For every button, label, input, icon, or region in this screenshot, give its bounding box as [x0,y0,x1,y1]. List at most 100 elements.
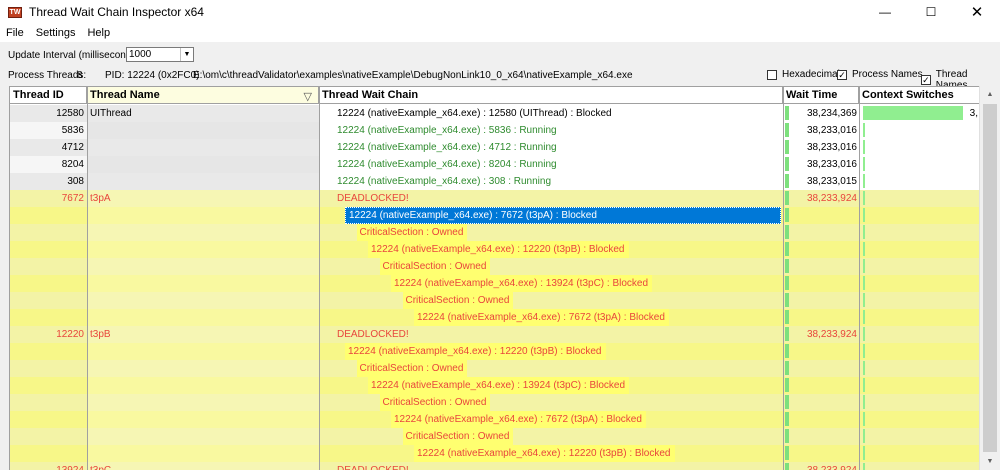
context-switches-bar [863,242,865,256]
menu-file[interactable]: File [0,27,30,39]
menu-help[interactable]: Help [81,27,116,39]
wait-chain-cell: DEADLOCKED! [319,190,783,207]
wait-chain-text: 12224 (nativeExample_x64.exe) : 5836 : R… [337,125,557,136]
wait-chain-text: 12224 (nativeExample_x64.exe) : 12220 (t… [414,445,675,462]
hexadecimal-checkbox[interactable]: Hexadecimal [767,69,840,80]
context-switches-bar [863,157,865,171]
update-interval-select[interactable]: 1000 ▼ [126,47,194,62]
vertical-scrollbar[interactable]: ▲ ▼ [979,86,1000,470]
chevron-down-icon[interactable]: ▼ [180,48,193,61]
scroll-thumb[interactable] [983,104,997,452]
thread-grid[interactable]: Thread ID Thread Name ▽ Thread Wait Chai… [9,86,1000,470]
table-row[interactable]: CriticalSection : Owned [10,360,980,377]
checkbox-icon[interactable] [767,69,777,80]
wait-time-bar [785,446,789,460]
thread-id-cell [10,224,87,241]
context-switches-bar [863,344,865,358]
context-switches-cell [859,122,980,139]
context-switches-cell [859,207,980,224]
wait-chain-cell: 12224 (nativeExample_x64.exe) : 13924 (t… [319,275,783,292]
context-switches-bar [863,327,865,341]
wait-time-cell: 38,233,924 [783,190,859,207]
scroll-down-icon[interactable]: ▼ [980,453,1000,470]
table-row[interactable]: 12580 UIThread 12224 (nativeExample_x64.ex… [10,105,980,122]
minimize-icon[interactable]: — [862,0,908,24]
menu-settings[interactable]: Settings [30,27,82,39]
wait-time-bar [785,310,789,324]
column-separator [859,87,860,470]
wait-chain-text: DEADLOCKED! [337,329,409,340]
wait-time-bar [785,106,789,120]
wait-chain-text: 12224 (nativeExample_x64.exe) : 308 : Ru… [337,176,552,187]
context-switches-cell [859,292,980,309]
context-switches-bar [863,140,865,154]
table-row[interactable]: 5836 12224 (nativeExample_x64.exe) : 5836… [10,122,980,139]
wait-time-cell [783,377,859,394]
wait-time-cell [783,445,859,462]
table-row[interactable]: 12224 (nativeExample_x64.exe) : 7672 (t3… [10,309,980,326]
checkmark-icon[interactable]: ✓ [837,69,847,80]
checkmark-icon[interactable]: ✓ [921,75,931,85]
table-row[interactable]: CriticalSection : Owned [10,258,980,275]
table-row[interactable]: 4712 12224 (nativeExample_x64.exe) : 4712… [10,139,980,156]
table-row[interactable]: CriticalSection : Owned [10,292,980,309]
column-header-thread-name[interactable]: Thread Name ▽ [87,87,319,104]
table-row[interactable]: 12224 (nativeExample_x64.exe) : 7672 (t3… [10,207,980,224]
context-switches-bar [863,446,865,460]
thread-id-cell: 7672 [10,190,87,207]
table-row[interactable]: 7672 t3pA DEADLOCKED! 38,233,924 [10,190,980,207]
wait-time-cell: 38,234,369 [783,105,859,122]
context-switches-bar [863,310,865,324]
thread-name-cell [87,428,319,445]
maximize-icon[interactable]: ☐ [908,0,954,24]
table-row[interactable]: 12224 (nativeExample_x64.exe) : 12220 (t… [10,445,980,462]
wait-time-bar [785,225,789,239]
wait-chain-text: 12224 (nativeExample_x64.exe) : 7672 (t3… [414,309,669,326]
thread-id-cell: 12220 [10,326,87,343]
wait-time-cell [783,360,859,377]
table-row[interactable]: 12224 (nativeExample_x64.exe) : 12220 (t… [10,343,980,360]
table-row[interactable]: 12224 (nativeExample_x64.exe) : 13924 (t… [10,377,980,394]
context-switches-bar [863,259,865,273]
table-row[interactable]: CriticalSection : Owned [10,394,980,411]
wait-chain-text: CriticalSection : Owned [402,292,514,309]
thread-name-cell [87,241,319,258]
table-row[interactable]: 13924t3pC DEADLOCKED! 38,233,924 [10,462,980,470]
update-interval-value: 1000 [129,49,152,60]
context-switches-bar [863,174,865,188]
thread-id-cell: 8204 [10,156,87,173]
table-row[interactable]: CriticalSection : Owned [10,224,980,241]
scroll-up-icon[interactable]: ▲ [980,86,1000,103]
thread-name-cell [87,258,319,275]
table-row[interactable]: 12220 t3pB DEADLOCKED! 38,233,924 [10,326,980,343]
wait-chain-text: CriticalSection : Owned [356,360,468,377]
thread-id-cell: 12580 [10,105,87,122]
context-switches-cell [859,377,980,394]
window-title: Thread Wait Chain Inspector x64 [29,5,204,19]
close-icon[interactable]: ✕ [954,0,1000,24]
table-row[interactable]: CriticalSection : Owned [10,428,980,445]
wait-time-bar [785,327,789,341]
context-switches-cell [859,411,980,428]
table-row[interactable]: 12224 (nativeExample_x64.exe) : 12220 (t… [10,241,980,258]
wait-time-bar [785,429,789,443]
wait-time-cell [783,411,859,428]
wait-chain-text: 12224 (nativeExample_x64.exe) : 7672 (t3… [391,411,646,428]
wait-time-cell [783,258,859,275]
process-names-checkbox[interactable]: ✓ Process Names [837,69,923,80]
thread-name-cell [87,292,319,309]
context-switches-cell [859,275,980,292]
table-row[interactable]: 8204 12224 (nativeExample_x64.exe) : 8204… [10,156,980,173]
wait-chain-cell: 12224 (nativeExample_x64.exe) : 12580 (U… [319,105,783,122]
context-switches-cell [859,394,980,411]
wait-chain-cell: 12224 (nativeExample_x64.exe) : 12220 (t… [319,241,783,258]
column-header-wait-chain[interactable]: Thread Wait Chain [319,87,783,104]
thread-id-cell [10,258,87,275]
thread-name-cell [87,445,319,462]
table-row[interactable]: 308 12224 (nativeExample_x64.exe) : 308 :… [10,173,980,190]
column-header-thread-id[interactable]: Thread ID [10,87,87,104]
column-header-wait-time[interactable]: Wait Time [783,87,859,104]
wait-time-bar [785,378,789,392]
table-row[interactable]: 12224 (nativeExample_x64.exe) : 13924 (t… [10,275,980,292]
table-row[interactable]: 12224 (nativeExample_x64.exe) : 7672 (t3… [10,411,980,428]
